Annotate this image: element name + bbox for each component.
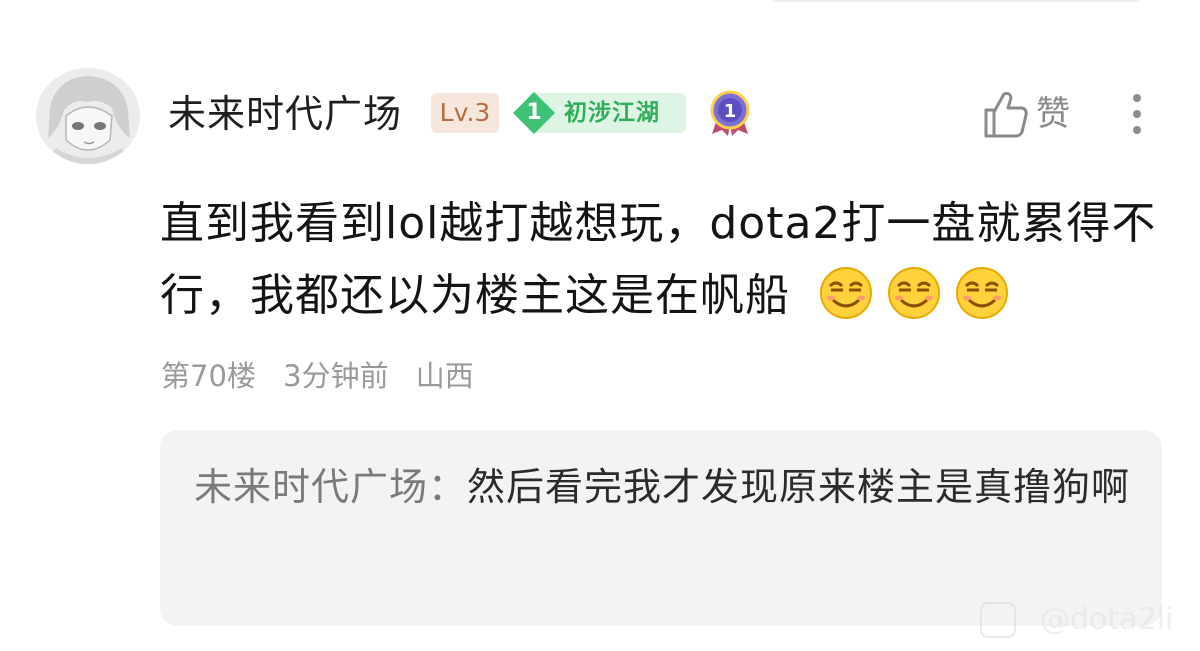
previous-comment-box-edge <box>770 0 1142 2</box>
smirk-emoji-icon <box>887 266 941 320</box>
watermark-handle: @dota2li <box>1040 602 1174 637</box>
like-button[interactable]: 赞 <box>980 88 1088 140</box>
like-label: 赞 <box>1036 94 1070 134</box>
smirk-emoji-icon <box>955 266 1009 320</box>
reply-text: 然后看完我才发现原来楼主是真撸狗啊 <box>467 465 1131 509</box>
reply-author[interactable]: 未来时代广场 <box>194 465 428 509</box>
level-badge: Lv.3 <box>431 93 499 133</box>
svg-text:1: 1 <box>724 101 737 122</box>
comment-meta: 第70楼 3分钟前 山西 <box>161 356 492 396</box>
medal-icon: 1 <box>708 90 752 136</box>
rank-number: 1 <box>526 100 542 125</box>
watermark-logo-icon <box>980 602 1016 638</box>
floor-number: 第70楼 <box>161 359 256 393</box>
reply-separator: ： <box>428 465 468 509</box>
location: 山西 <box>415 359 474 393</box>
more-options-icon[interactable] <box>1120 88 1154 140</box>
rank-title: 初涉江湖 <box>564 100 660 126</box>
watermark: @dota2li <box>980 598 1200 642</box>
reply-preview[interactable]: 未来时代广场：然后看完我才发现原来楼主是真撸狗啊 <box>160 430 1162 626</box>
avatar[interactable] <box>36 68 140 164</box>
thumbs-up-icon <box>980 88 1030 140</box>
comment-body: 直到我看到lol越打越想玩，dota2打一盘就累得不行，我都还以为楼主这是在帆船 <box>160 188 1170 332</box>
username[interactable]: 未来时代广场 <box>168 87 402 141</box>
smirk-emoji-icon <box>819 266 873 320</box>
timestamp: 3分钟前 <box>283 359 389 393</box>
rank-badge: 1 初涉江湖 <box>510 91 686 135</box>
reply-content: 未来时代广场：然后看完我才发现原来楼主是真撸狗啊 <box>194 456 1144 518</box>
